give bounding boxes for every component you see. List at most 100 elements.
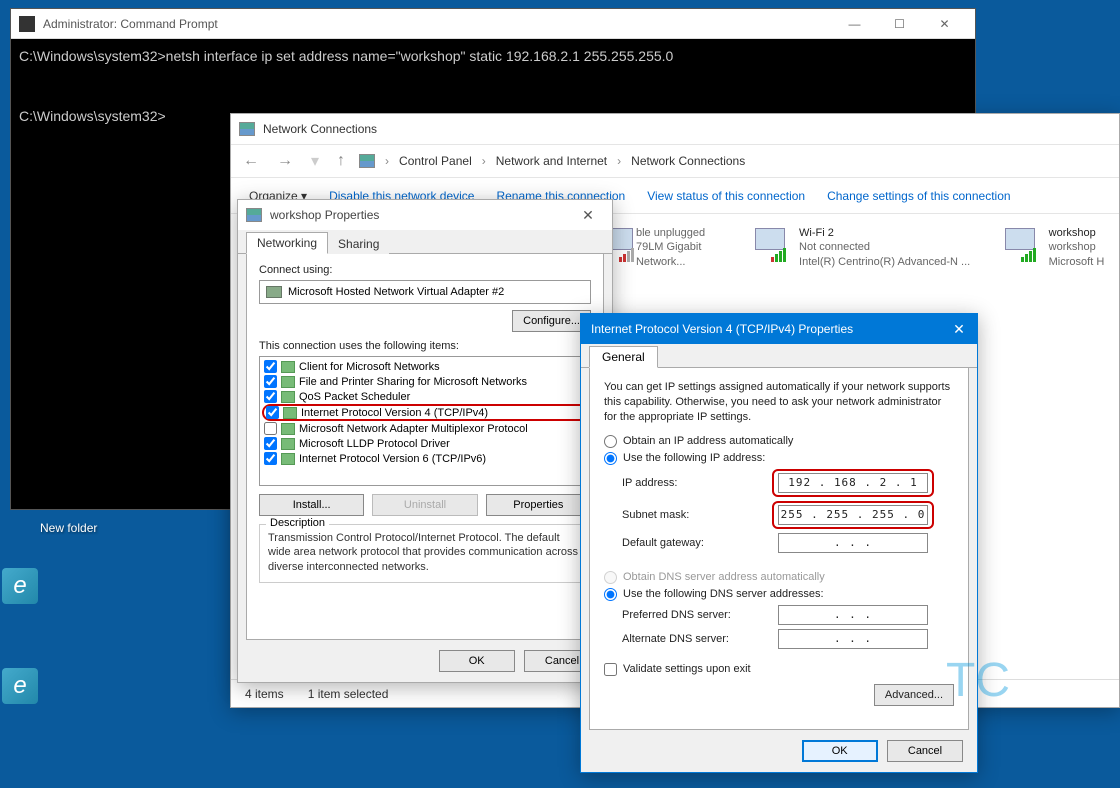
close-button[interactable]: ✕: [922, 10, 967, 38]
checkbox[interactable]: [264, 437, 277, 450]
radio-static-dns[interactable]: Use the following DNS server addresses:: [604, 588, 954, 601]
adapter-ethernet[interactable]: ble unplugged 79LM Gigabit Network...: [599, 226, 723, 269]
cmd-title: Administrator: Command Prompt: [43, 17, 832, 31]
adapter-icon: [1001, 226, 1043, 262]
subnet-mask-input[interactable]: 255 . 255 . 255 . 0: [778, 505, 928, 525]
list-item[interactable]: File and Printer Sharing for Microsoft N…: [262, 374, 588, 389]
radio: [604, 571, 617, 584]
checkbox[interactable]: [266, 406, 279, 419]
adapter-workshop[interactable]: workshop workshop Microsoft H: [1001, 226, 1107, 269]
install-button[interactable]: Install...: [259, 494, 364, 516]
ip-address-label: IP address:: [622, 477, 772, 489]
adapter-wifi2[interactable]: Wi-Fi 2 Not connected Intel(R) Centrino(…: [751, 226, 973, 269]
nav-up-icon[interactable]: ↑: [333, 152, 349, 170]
radio-static-ip[interactable]: Use the following IP address:: [604, 452, 954, 465]
alternate-dns-input[interactable]: . . .: [778, 629, 928, 649]
checkbox[interactable]: [264, 452, 277, 465]
props-icon: [246, 208, 262, 222]
list-item-ipv4[interactable]: Internet Protocol Version 4 (TCP/IPv4): [262, 404, 588, 421]
close-button[interactable]: ✕: [572, 207, 604, 224]
cmd-titlebar[interactable]: Administrator: Command Prompt — ☐ ✕: [11, 9, 975, 39]
ipv4-properties-dialog: Internet Protocol Version 4 (TCP/IPv4) P…: [580, 313, 978, 773]
ipv4-tabs: General: [581, 344, 977, 368]
status-selected-count: 1 item selected: [308, 687, 389, 701]
tb-viewstatus[interactable]: View status of this connection: [647, 189, 805, 203]
ok-button[interactable]: OK: [802, 740, 878, 762]
radio[interactable]: [604, 435, 617, 448]
ipv4-body: You can get IP settings assigned automat…: [589, 368, 969, 730]
radio[interactable]: [604, 452, 617, 465]
protocol-icon: [283, 407, 297, 419]
items-label: This connection uses the following items…: [259, 340, 591, 352]
minimize-button[interactable]: —: [832, 10, 877, 38]
desktop-label-new-folder[interactable]: New folder: [40, 521, 97, 535]
default-gateway-input[interactable]: . . .: [778, 533, 928, 553]
connect-using-label: Connect using:: [259, 264, 591, 276]
folder-icon: [359, 154, 375, 168]
desktop-ie-icon[interactable]: e: [2, 568, 38, 604]
list-item[interactable]: QoS Packet Scheduler: [262, 389, 588, 404]
ipv4-title: Internet Protocol Version 4 (TCP/IPv4) P…: [591, 322, 941, 336]
cmd-icon: [19, 16, 35, 32]
crumb-network-internet[interactable]: Network and Internet: [496, 154, 607, 168]
preferred-dns-input[interactable]: . . .: [778, 605, 928, 625]
protocol-icon: [281, 453, 295, 465]
nc-titlebar[interactable]: Network Connections: [231, 114, 1119, 144]
list-item[interactable]: Microsoft Network Adapter Multiplexor Pr…: [262, 421, 588, 436]
crumb-control-panel[interactable]: Control Panel: [399, 154, 472, 168]
nav-forward-icon[interactable]: →: [273, 152, 297, 170]
ipv4-titlebar[interactable]: Internet Protocol Version 4 (TCP/IPv4) P…: [581, 314, 977, 344]
validate-row[interactable]: Validate settings upon exit: [604, 663, 954, 676]
ip-address-input[interactable]: 192 . 168 . 2 . 1: [778, 473, 928, 493]
protocol-icon: [281, 438, 295, 450]
radio[interactable]: [604, 588, 617, 601]
nc-navbar: ← → ▾ ↑ › Control Panel › Network and In…: [231, 144, 1119, 178]
maximize-button[interactable]: ☐: [877, 10, 922, 38]
props-titlebar[interactable]: workshop Properties ✕: [238, 200, 612, 230]
protocol-items-list[interactable]: Client for Microsoft Networks File and P…: [259, 356, 591, 486]
checkbox[interactable]: [264, 390, 277, 403]
description-legend: Description: [266, 517, 329, 529]
status-item-count: 4 items: [245, 687, 284, 701]
list-item[interactable]: Client for Microsoft Networks: [262, 359, 588, 374]
advanced-button[interactable]: Advanced...: [874, 684, 954, 706]
props-title: workshop Properties: [270, 208, 572, 222]
properties-button[interactable]: Properties: [486, 494, 591, 516]
uninstall-button: Uninstall: [372, 494, 477, 516]
radio-auto-ip[interactable]: Obtain an IP address automatically: [604, 435, 954, 448]
service-icon: [281, 376, 295, 388]
checkbox[interactable]: [264, 375, 277, 388]
ok-button[interactable]: OK: [439, 650, 515, 672]
validate-checkbox[interactable]: [604, 663, 617, 676]
close-button[interactable]: ✕: [941, 314, 977, 344]
checkbox[interactable]: [264, 422, 277, 435]
tab-networking[interactable]: Networking: [246, 232, 328, 254]
tab-general[interactable]: General: [589, 346, 658, 368]
tb-changesettings[interactable]: Change settings of this connection: [827, 189, 1010, 203]
subnet-mask-highlight: 255 . 255 . 255 . 0: [772, 501, 934, 529]
cancel-button[interactable]: Cancel: [887, 740, 963, 762]
default-gateway-label: Default gateway:: [622, 537, 772, 549]
service-icon: [281, 391, 295, 403]
tab-sharing[interactable]: Sharing: [328, 234, 389, 254]
props-tabs: Networking Sharing: [238, 230, 612, 254]
nic-icon: [266, 286, 282, 298]
crumb-network-connections[interactable]: Network Connections: [631, 154, 745, 168]
adapter-name-text: Microsoft Hosted Network Virtual Adapter…: [288, 286, 504, 298]
desktop-ie-icon-2[interactable]: e: [2, 668, 38, 704]
list-item[interactable]: Internet Protocol Version 6 (TCP/IPv6): [262, 451, 588, 466]
nav-history-icon[interactable]: ▾: [307, 151, 323, 171]
nc-title: Network Connections: [263, 122, 377, 136]
props-footer: OK Cancel: [238, 640, 612, 682]
description-group: Description Transmission Control Protoco…: [259, 524, 591, 583]
nc-icon: [239, 122, 255, 136]
adapter-properties-dialog: workshop Properties ✕ Networking Sharing…: [237, 199, 613, 683]
list-item[interactable]: Microsoft LLDP Protocol Driver: [262, 436, 588, 451]
radio-auto-dns: Obtain DNS server address automatically: [604, 571, 954, 584]
checkbox[interactable]: [264, 360, 277, 373]
service-icon: [281, 361, 295, 373]
subnet-mask-label: Subnet mask:: [622, 509, 772, 521]
nav-back-icon[interactable]: ←: [239, 152, 263, 170]
preferred-dns-label: Preferred DNS server:: [622, 609, 772, 621]
cmd-prompt: C:\Windows\system32>: [19, 108, 166, 124]
